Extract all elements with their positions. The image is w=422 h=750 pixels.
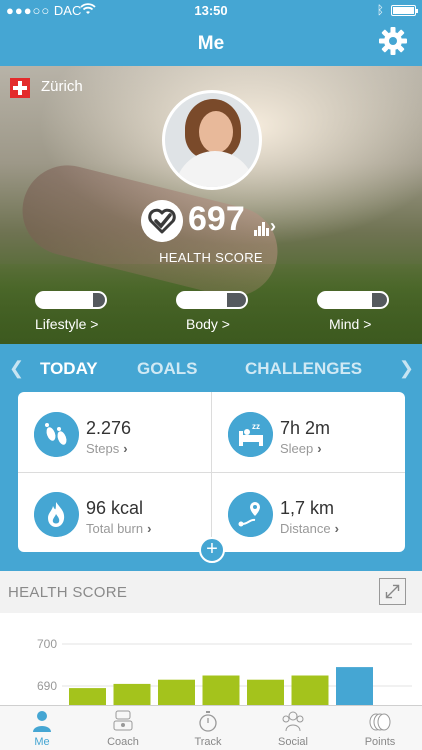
tabbar-label: Points <box>364 736 396 748</box>
chart-bar[interactable] <box>291 675 329 706</box>
metric-value: 1,7 km <box>280 498 335 518</box>
tab-today[interactable]: TODAY <box>40 359 98 379</box>
avatar[interactable] <box>162 90 262 190</box>
chart-svg: 700 690 <box>37 637 412 706</box>
coins-icon <box>369 713 391 731</box>
chart-bar[interactable] <box>202 675 240 706</box>
footsteps-icon <box>34 412 79 457</box>
group-icon <box>282 711 304 732</box>
chevron-right-icon[interactable]: › <box>270 216 276 237</box>
metric-label: Steps › <box>86 441 128 456</box>
flame-icon <box>34 492 79 537</box>
top-bar: ●●●○○ DAC 13:50 ᛒ Me <box>0 0 422 66</box>
metric-label: Sleep › <box>280 441 322 456</box>
category-body[interactable]: Body > <box>176 291 266 332</box>
category-lifestyle[interactable]: Lifestyle > <box>35 291 125 332</box>
bottom-tab-bar: Me Coach Track Social Points <box>0 705 422 750</box>
battery-icon <box>391 5 418 16</box>
sleep-bed-icon: zz <box>228 412 273 457</box>
tabbar-coach[interactable]: Coach <box>81 706 165 750</box>
coach-icon <box>113 710 133 731</box>
body-label: Body > <box>186 316 230 332</box>
metric-value: 96 kcal <box>86 498 144 518</box>
chart-bar[interactable] <box>158 679 195 705</box>
route-icon <box>228 492 273 537</box>
section-title: HEALTH SCORE <box>8 584 128 601</box>
metric-value: 7h 2m <box>280 418 331 438</box>
chevron-left-icon[interactable]: ❮ <box>9 358 24 379</box>
swiss-flag-icon <box>10 78 30 98</box>
location-label: Zürich <box>41 78 83 95</box>
tabbar-points[interactable]: Points <box>338 706 422 750</box>
tab-goals[interactable]: GOALS <box>137 359 197 379</box>
health-score-chart: 700 690 <box>0 613 422 705</box>
tabbar-me[interactable]: Me <box>0 706 84 750</box>
lifestyle-label: Lifestyle > <box>35 316 99 332</box>
page-title: Me <box>197 33 225 54</box>
add-button[interactable]: + <box>199 537 225 563</box>
y-tick-label: 690 <box>37 679 57 693</box>
mind-label: Mind > <box>329 316 372 332</box>
chart-bar[interactable] <box>336 667 373 705</box>
tabbar-label: Track <box>194 736 222 748</box>
metric-distance[interactable]: 1,7 km Distance › <box>212 478 392 548</box>
metric-label: Distance › <box>280 521 339 536</box>
person-icon <box>33 711 51 732</box>
expand-icon[interactable] <box>379 578 406 605</box>
health-score-header: HEALTH SCORE <box>0 571 422 613</box>
health-score-label: HEALTH SCORE <box>159 250 263 265</box>
metric-sleep[interactable]: zz 7h 2m Sleep › <box>212 398 392 468</box>
status-bar: ●●●○○ DAC 13:50 ᛒ <box>0 0 422 22</box>
chart-bar[interactable] <box>69 688 106 705</box>
chart-bar[interactable] <box>247 679 284 705</box>
metric-total-burn[interactable]: 96 kcal Total burn › <box>18 478 198 548</box>
gear-icon[interactable] <box>378 26 408 56</box>
svg-text:zz: zz <box>252 422 260 431</box>
chevron-right-icon[interactable]: ❯ <box>399 358 414 379</box>
score-trend-icon <box>254 222 270 241</box>
tab-challenges[interactable]: CHALLENGES <box>245 359 362 379</box>
status-time: 13:50 <box>194 3 228 18</box>
bluetooth-icon: ᛒ <box>376 3 384 17</box>
tabbar-track[interactable]: Track <box>166 706 250 750</box>
lifestyle-progress <box>35 291 107 309</box>
metric-label: Total burn › <box>86 521 152 536</box>
mind-progress <box>317 291 389 309</box>
segment-tabs: ❮ TODAY GOALS CHALLENGES ❯ <box>0 344 422 392</box>
y-tick-label: 700 <box>37 637 57 651</box>
metric-steps[interactable]: 2.276 Steps › <box>18 398 198 468</box>
health-score-value[interactable]: 697 <box>188 200 245 239</box>
category-mind[interactable]: Mind > <box>317 291 407 332</box>
tabbar-label: Social <box>278 736 308 748</box>
body-progress <box>176 291 248 309</box>
health-score-heart-icon <box>141 200 183 242</box>
profile-hero: Zürich 697 › HEALTH SCORE Lifestyle > Bo… <box>0 66 422 344</box>
metrics-card: 2.276 Steps › zz 7h 2m Sleep › 96 kcal Tot <box>18 392 405 552</box>
tabbar-social[interactable]: Social <box>251 706 335 750</box>
chart-bar[interactable] <box>113 683 151 705</box>
metric-value: 2.276 <box>86 418 132 438</box>
stopwatch-icon <box>199 711 217 732</box>
today-panel: 2.276 Steps › zz 7h 2m Sleep › 96 kcal Tot <box>0 392 422 571</box>
tabbar-label: Coach <box>107 736 139 748</box>
tabbar-label: Me <box>34 736 50 748</box>
